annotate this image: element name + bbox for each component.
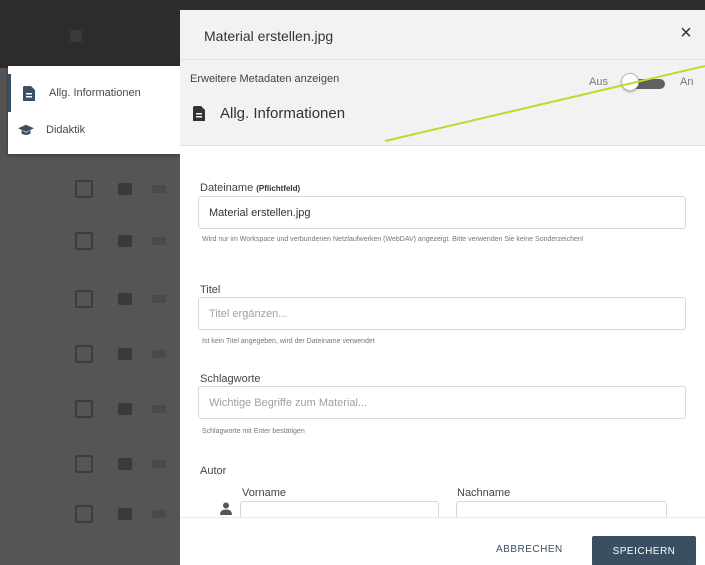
cancel-button[interactable]: ABBRECHEN: [496, 544, 563, 555]
background-row-text: [152, 237, 166, 245]
section-navigation: Allg. Informationen Didaktik: [8, 66, 180, 154]
toggle-off-label: Aus: [589, 76, 608, 88]
sidenav-item-allg-informationen[interactable]: Allg. Informationen: [8, 74, 180, 112]
background-row-text: [152, 460, 166, 468]
dialog-footer: ABBRECHEN SPEICHERN: [180, 517, 705, 565]
document-icon: [192, 106, 206, 122]
background-row-icon: [118, 183, 132, 195]
dialog-title: Material erstellen.jpg: [204, 28, 334, 44]
filename-input[interactable]: Material erstellen.jpg: [198, 196, 686, 229]
background-row-icon: [118, 235, 132, 247]
person-icon: [219, 501, 233, 515]
sidenav-item-didaktik[interactable]: Didaktik: [8, 111, 180, 149]
toggle-knob: [621, 73, 639, 91]
background-row-icon: [118, 348, 132, 360]
keywords-hint: Schlagworte mit Enter bestätigen: [202, 428, 305, 435]
title-label: Titel: [200, 284, 221, 296]
sidenav-item-label: Allg. Informationen: [49, 87, 141, 99]
section-title: Allg. Informationen: [220, 105, 346, 122]
edit-metadata-dialog: Material erstellen.jpg × Erweitere Metad…: [180, 10, 705, 565]
first-name-label: Vorname: [242, 487, 287, 499]
keywords-placeholder: Wichtige Begriffe zum Material...: [209, 396, 368, 409]
background-row-icon: [118, 458, 132, 470]
metadata-toolbar: Erweitere Metadaten anzeigen Aus An Allg…: [180, 60, 705, 146]
filename-label: Dateiname (Pflichtfeld): [200, 182, 300, 194]
toggle-on-label: An: [680, 76, 694, 88]
sidenav-item-label: Didaktik: [46, 124, 86, 136]
background-menu-icon: [70, 30, 82, 42]
background-row-text: [152, 405, 166, 413]
keywords-input[interactable]: Wichtige Begriffe zum Material...: [198, 386, 686, 419]
filename-value: Material erstellen.jpg: [209, 206, 311, 219]
background-row-checkbox: [75, 290, 93, 308]
background-row-icon: [118, 508, 132, 520]
background-row-checkbox: [75, 455, 93, 473]
metadata-form: Dateiname (Pflichtfeld) Material erstelle…: [180, 147, 705, 531]
filename-hint: Wird nur im Workspace und verbundenen Ne…: [202, 236, 584, 243]
document-icon: [21, 85, 37, 101]
background-row-checkbox: [75, 505, 93, 523]
dialog-header: Material erstellen.jpg ×: [180, 10, 705, 60]
required-marker: (Pflichtfeld): [256, 184, 301, 193]
section-heading: Allg. Informationen: [192, 105, 345, 122]
background-row-text: [152, 510, 166, 518]
background-row-checkbox: [75, 180, 93, 198]
extended-metadata-toggle[interactable]: [621, 73, 665, 91]
title-placeholder: Titel ergänzen...: [209, 307, 288, 320]
background-row-icon: [118, 403, 132, 415]
background-row-checkbox: [75, 400, 93, 418]
filename-label-text: Dateiname: [200, 182, 254, 194]
title-input[interactable]: Titel ergänzen...: [198, 297, 686, 330]
background-row-icon: [118, 293, 132, 305]
title-hint: Ist kein Titel angegeben, wird der Datei…: [202, 338, 375, 345]
background-row-checkbox: [75, 345, 93, 363]
background-row-checkbox: [75, 232, 93, 250]
graduation-cap-icon: [18, 122, 34, 138]
save-button[interactable]: SPEICHERN: [592, 536, 696, 565]
extended-metadata-label: Erweitere Metadaten anzeigen: [190, 73, 340, 85]
background-row-text: [152, 350, 166, 358]
background-row-text: [152, 185, 166, 193]
close-button[interactable]: ×: [675, 22, 697, 44]
close-icon: ×: [680, 22, 692, 44]
background-row-text: [152, 295, 166, 303]
keywords-label: Schlagworte: [200, 373, 261, 385]
author-label: Autor: [200, 465, 227, 477]
last-name-label: Nachname: [457, 487, 511, 499]
